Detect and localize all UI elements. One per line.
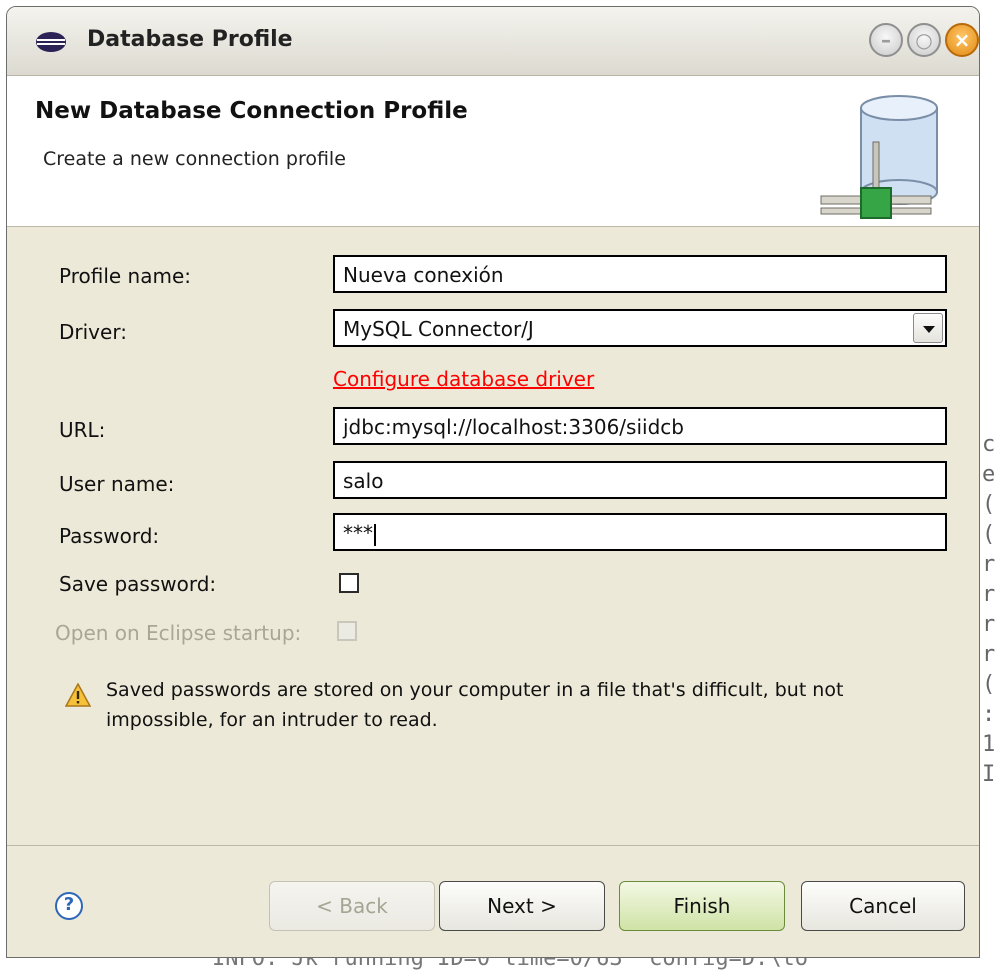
username-input[interactable]: salo (333, 461, 947, 499)
driver-select[interactable]: MySQL Connector/J (333, 309, 947, 347)
database-profile-dialog: Database Profile – ○ × New Database Conn… (6, 6, 980, 958)
driver-selected-value: MySQL Connector/J (343, 317, 534, 341)
configure-driver-link[interactable]: Configure database driver (333, 367, 594, 391)
minimize-button[interactable]: – (869, 23, 903, 57)
save-password-checkbox[interactable] (339, 573, 359, 593)
wizard-header: New Database Connection Profile Create a… (7, 76, 979, 227)
database-connection-icon (820, 95, 938, 219)
back-button: < Back (269, 881, 435, 931)
password-warning-text: Saved passwords are stored on your compu… (106, 679, 844, 731)
url-label: URL: (59, 418, 106, 442)
text-cursor (374, 523, 376, 546)
save-password-label: Save password: (59, 572, 217, 596)
finish-button[interactable]: Finish (619, 881, 785, 931)
title-bar[interactable]: Database Profile – ○ × (7, 7, 979, 76)
background-code-fragment: c e ( ( r r r r ( : 1 I (982, 432, 995, 787)
open-on-startup-label: Open on Eclipse startup: (55, 621, 302, 645)
cancel-button[interactable]: Cancel (801, 881, 965, 931)
help-icon: ? (63, 894, 75, 915)
password-label: Password: (59, 524, 160, 548)
profile-name-label: Profile name: (59, 264, 192, 288)
close-button[interactable]: × (945, 23, 979, 57)
next-button[interactable]: Next > (439, 881, 605, 931)
eclipse-icon (36, 32, 66, 52)
maximize-icon: ○ (915, 28, 933, 52)
warning-icon (65, 683, 91, 707)
url-input[interactable]: jdbc:mysql://localhost:3306/siidcb (333, 407, 947, 445)
maximize-button[interactable]: ○ (907, 23, 941, 57)
page-description: Create a new connection profile (43, 148, 346, 170)
minimize-icon: – (881, 28, 891, 52)
page-title: New Database Connection Profile (35, 98, 468, 124)
close-icon: × (953, 28, 971, 52)
username-label: User name: (59, 472, 175, 496)
help-button[interactable]: ? (55, 892, 83, 920)
driver-label: Driver: (59, 320, 127, 344)
password-input[interactable]: *** (333, 513, 947, 551)
footer-divider (7, 845, 979, 846)
profile-name-input[interactable]: Nueva conexión (333, 255, 947, 293)
open-on-startup-checkbox (337, 621, 357, 641)
password-masked-value: *** (343, 521, 373, 545)
chevron-down-icon[interactable] (913, 313, 943, 343)
connection-form: Profile name: Nueva conexión Driver: MyS… (7, 227, 979, 957)
window-title: Database Profile (87, 27, 293, 52)
